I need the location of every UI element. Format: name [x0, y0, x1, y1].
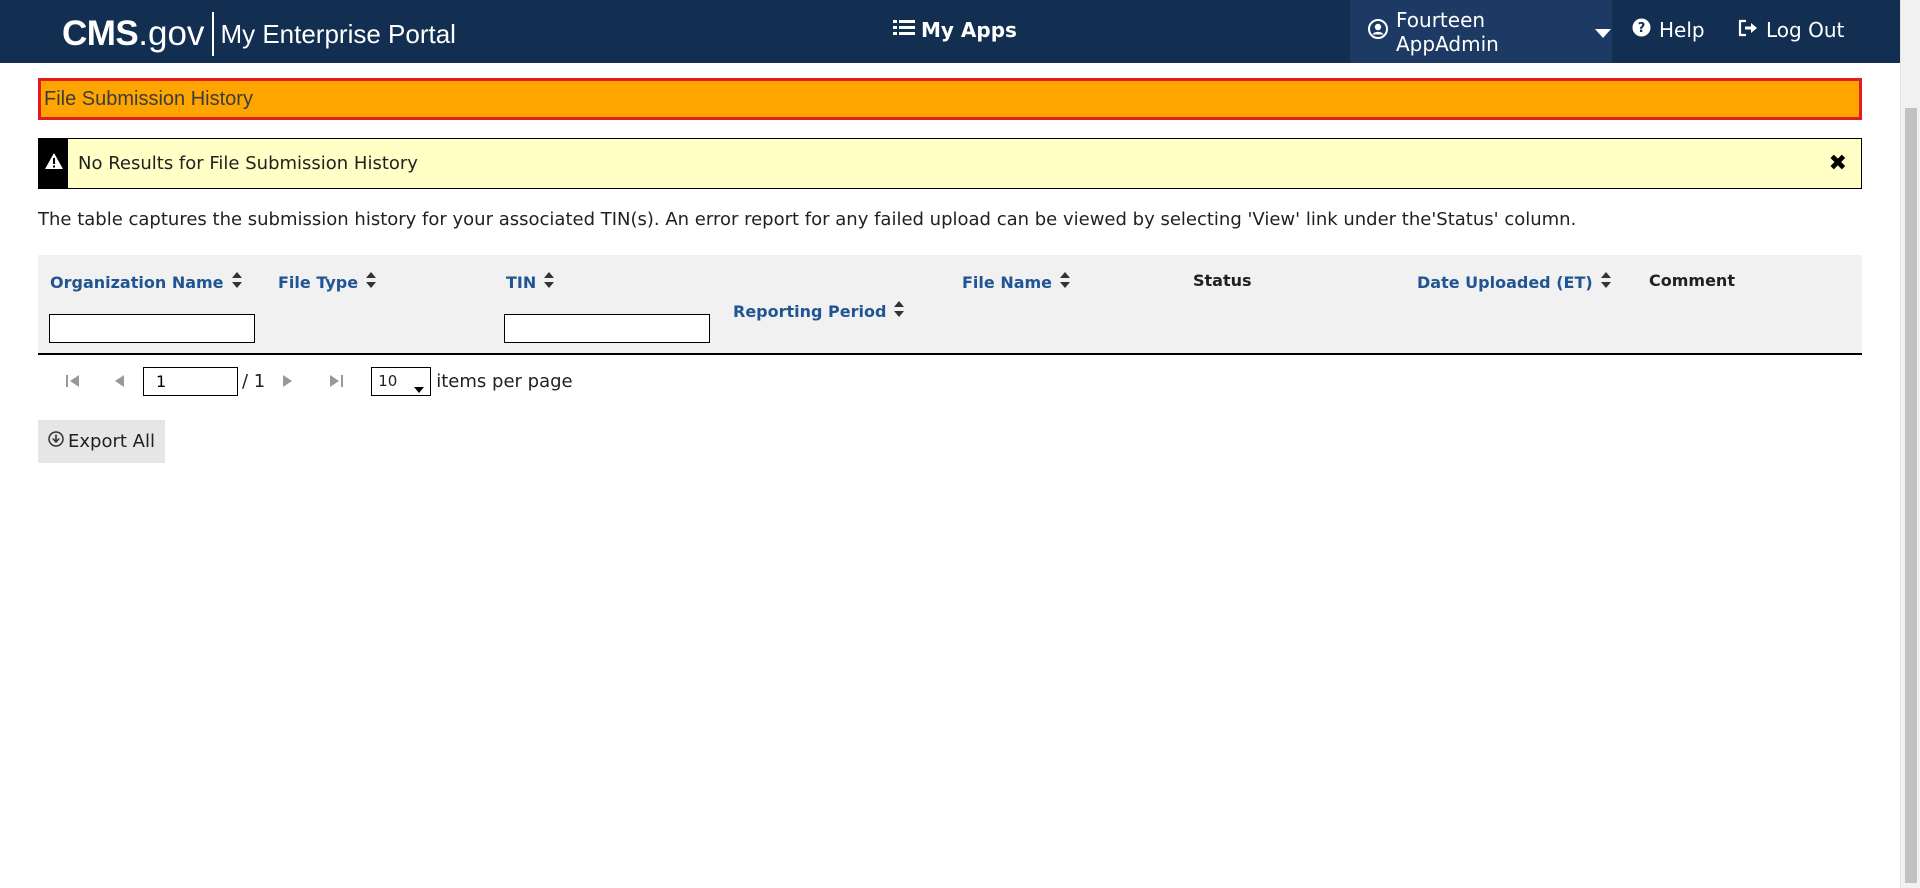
sort-icon	[1600, 271, 1611, 293]
no-results-alert: No Results for File Submission History ✖	[38, 138, 1862, 189]
column-comment: Comment	[1649, 271, 1735, 290]
close-icon[interactable]: ✖	[1829, 151, 1847, 176]
list-icon	[893, 18, 915, 42]
sort-icon	[366, 271, 377, 293]
tin-filter-input[interactable]	[504, 314, 710, 343]
logout-label: Log Out	[1766, 18, 1845, 42]
alert-message: No Results for File Submission History	[78, 153, 418, 174]
column-label: Reporting Period	[733, 301, 887, 321]
next-page-icon[interactable]	[277, 370, 299, 392]
page-title-text: File Submission History	[44, 87, 253, 110]
help-label: Help	[1659, 18, 1705, 42]
help-link[interactable]: ? Help	[1632, 18, 1705, 42]
page-title: File Submission History	[38, 78, 1862, 120]
sort-icon	[894, 300, 905, 322]
export-all-label: Export All	[68, 431, 155, 452]
question-circle-icon: ?	[1632, 18, 1651, 42]
column-label: File Name	[962, 272, 1053, 292]
column-label: TIN	[506, 272, 537, 292]
top-header: CMS .gov My Enterprise Portal My Apps Fo…	[0, 0, 1900, 63]
table-description: The table captures the submission histor…	[38, 209, 1577, 230]
chevron-down-icon	[1594, 20, 1612, 44]
my-apps-label: My Apps	[921, 18, 1017, 42]
scrollbar-thumb[interactable]	[1905, 108, 1917, 883]
table-header: Organization Name File Type TIN Reportin…	[38, 255, 1862, 355]
chevron-down-icon	[414, 379, 425, 397]
my-apps-link[interactable]: My Apps	[893, 18, 1017, 42]
previous-page-icon[interactable]	[108, 370, 130, 392]
sign-out-icon	[1738, 18, 1758, 42]
brand-cms: CMS	[62, 14, 139, 53]
last-page-icon[interactable]	[325, 370, 347, 392]
portal-name: My Enterprise Portal	[220, 18, 456, 49]
logout-link[interactable]: Log Out	[1738, 18, 1844, 42]
column-date-uploaded[interactable]: Date Uploaded (ET)	[1417, 271, 1611, 293]
column-organization-name[interactable]: Organization Name	[50, 271, 242, 293]
column-file-name[interactable]: File Name	[962, 271, 1071, 293]
column-tin[interactable]: TIN	[506, 271, 555, 293]
user-name: Fourteen AppAdmin	[1396, 7, 1499, 56]
first-page-icon[interactable]	[62, 370, 84, 392]
export-all-button[interactable]: Export All	[38, 420, 165, 463]
sort-icon	[544, 271, 555, 293]
svg-text:?: ?	[1638, 21, 1646, 36]
user-menu[interactable]: Fourteen AppAdmin	[1350, 0, 1612, 63]
pagination: / 1 10 items per page	[38, 366, 573, 396]
warning-triangle-icon	[44, 152, 64, 175]
user-circle-icon	[1368, 19, 1388, 44]
column-label: File Type	[278, 272, 359, 292]
column-status: Status	[1193, 271, 1252, 290]
sort-icon	[231, 271, 242, 293]
items-per-page-value: 10	[378, 372, 398, 390]
column-label: Date Uploaded (ET)	[1417, 272, 1593, 292]
brand-gov: .gov	[138, 14, 205, 53]
brand-divider	[212, 12, 215, 56]
column-label: Comment	[1649, 271, 1735, 290]
page-total: / 1	[242, 370, 266, 392]
sort-icon	[1060, 271, 1071, 293]
column-label: Organization Name	[50, 272, 224, 292]
vertical-scrollbar[interactable]	[1900, 0, 1920, 888]
column-file-type[interactable]: File Type	[278, 271, 377, 293]
items-per-page-label: items per page	[436, 370, 573, 392]
download-circle-icon	[48, 431, 64, 452]
column-label: Status	[1193, 271, 1252, 290]
items-per-page-select[interactable]: 10	[371, 366, 432, 397]
alert-icon-box	[39, 139, 68, 188]
page-number-input[interactable]	[143, 366, 238, 396]
column-reporting-period[interactable]: Reporting Period	[733, 300, 905, 322]
organization-name-filter-input[interactable]	[49, 314, 255, 343]
brand-logo[interactable]: CMS .gov My Enterprise Portal	[62, 12, 456, 56]
